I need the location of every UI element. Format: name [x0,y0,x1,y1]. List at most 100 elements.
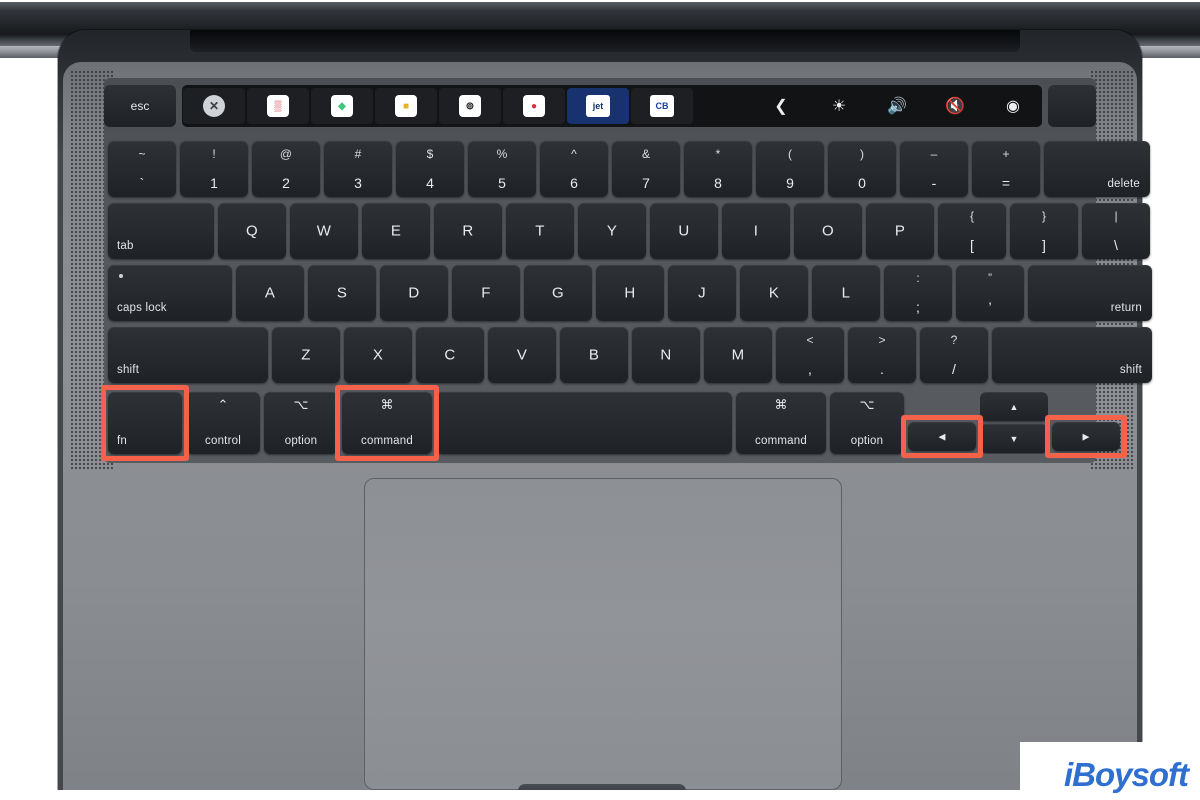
key-arrow-left[interactable]: ◀ [908,422,976,451]
touchbar-right-blank-key[interactable] [1048,85,1096,127]
key-g[interactable]: G [524,265,592,321]
yellow-note-icon: ■ [395,95,417,117]
key-bracket-right[interactable]: }] [1010,203,1078,259]
key-space[interactable] [436,392,732,454]
key-4[interactable]: $4 [396,141,464,197]
key-j[interactable]: J [668,265,736,321]
key-q[interactable]: Q [218,203,286,259]
key-arrow-right-icon: ▶ [1082,431,1090,441]
key-semicolon[interactable]: :; [884,265,952,321]
trackpad[interactable] [364,478,842,790]
key-l[interactable]: L [812,265,880,321]
touchbar-control-chevron-left-icon[interactable]: ❮ [752,88,810,124]
key-slash[interactable]: ? / [920,327,988,383]
key-5[interactable]: % 5 [468,141,536,197]
key-b[interactable]: B [560,327,628,383]
key-o[interactable]: O [794,203,862,259]
touchbar-item-cb-app-icon[interactable]: CB [631,88,693,124]
key-e[interactable]: E [362,203,430,259]
key-v[interactable]: V [488,327,556,383]
key-caps-lock[interactable]: caps lock [108,265,232,321]
key-shift-right[interactable]: shift [992,327,1152,383]
touchbar-item-yellow-note-icon[interactable]: ■ [375,88,437,124]
key-z-label: Z [301,346,311,364]
key-g-label: G [552,284,564,302]
key-bracket-left[interactable]: {[ [938,203,1006,259]
key-2[interactable]: @2 [252,141,320,197]
key-shift-left[interactable]: shift [108,327,268,383]
key-slash-upper-glyph: ? [950,333,958,347]
touchbar-item-green-drop-icon[interactable]: ◆ [311,88,373,124]
key-h-label: H [624,284,636,302]
touchbar-control-volume-up-icon[interactable]: 🔊 [868,88,926,124]
key-backslash[interactable]: | \ [1082,203,1150,259]
key-w[interactable]: W [290,203,358,259]
key-1[interactable]: ! 1 [180,141,248,197]
touchbar-item-red-app-icon[interactable]: ▒ [247,88,309,124]
key-command-right[interactable]: ⌘ command [736,392,826,454]
key-p[interactable]: P [866,203,934,259]
key-fn-label: fn [117,435,127,447]
key-arrow-up-down[interactable]: ▲ ▼ [980,392,1048,454]
key-8[interactable]: * 8 [684,141,752,197]
key-k[interactable]: K [740,265,808,321]
key-3[interactable]: #3 [324,141,392,197]
touchbar-esc-key[interactable]: esc [104,85,176,127]
key-u-label: U [678,222,690,240]
key-0[interactable]: ) 0 [828,141,896,197]
key-d[interactable]: D [380,265,448,321]
key-c[interactable]: C [416,327,484,383]
key-arrow-right[interactable]: ▶ [1052,422,1120,451]
key-r[interactable]: R [434,203,502,259]
touchbar-item-jet-app-icon[interactable]: jet [567,88,629,124]
key-fn[interactable]: fn [108,392,182,454]
key-control-left[interactable]: ⌃ control [186,392,260,454]
key-option-left[interactable]: ⌥ option [264,392,338,454]
key-comma[interactable]: <, [776,327,844,383]
key-command-left[interactable]: ⌘ command [342,392,432,454]
key-9-upper-glyph: ( [788,147,792,161]
key-arrow-up[interactable]: ▲ [980,392,1048,421]
volume-mute-icon: 🔇 [945,98,965,115]
key-minus[interactable]: – - [900,141,968,197]
key-t[interactable]: T [506,203,574,259]
key-option-right[interactable]: ⌥ option [830,392,904,454]
touchbar-control-volume-mute-icon[interactable]: 🔇 [926,88,984,124]
touchbar-item-record-app-icon[interactable]: ● [503,88,565,124]
key-period[interactable]: >. [848,327,916,383]
key-backtick[interactable]: ~ ` [108,141,176,197]
key-delete[interactable]: delete [1044,141,1150,197]
key-s[interactable]: S [308,265,376,321]
key-tab[interactable]: tab [108,203,214,259]
key-m[interactable]: M [704,327,772,383]
key-return[interactable]: return [1028,265,1152,321]
key-command-right-symbol-icon: ⌘ [774,397,788,412]
key-6[interactable]: ^ 6 [540,141,608,197]
key-h[interactable]: H [596,265,664,321]
key-w-label: W [316,222,332,240]
key-equals-lower-glyph: = [1001,175,1011,191]
key-f[interactable]: F [452,265,520,321]
touchbar-item-circle-badge-icon[interactable]: ⊚ [439,88,501,124]
key-y[interactable]: Y [578,203,646,259]
touchbar-control-brightness-icon[interactable]: ☀ [810,88,868,124]
touch-bar[interactable]: esc ✕ ▒ ◆ ■ ⊚ ● jet CB ❮ ☀ 🔊 🔇 ◉ [104,83,1096,129]
touchbar-strip[interactable]: ✕ ▒ ◆ ■ ⊚ ● jet CB ❮ ☀ 🔊 🔇 ◉ [182,85,1042,127]
key-quote[interactable]: ”’ [956,265,1024,321]
touchbar-control-siri-icon[interactable]: ◉ [984,88,1042,124]
key-arrow-down[interactable]: ▼ [980,424,1048,453]
key-equals[interactable]: + = [972,141,1040,197]
key-x[interactable]: X [344,327,412,383]
key-z[interactable]: Z [272,327,340,383]
key-8-lower-glyph: 8 [714,175,722,191]
touchbar-item-close-x-icon[interactable]: ✕ [183,88,245,124]
key-n[interactable]: N [632,327,700,383]
key-0-upper-glyph: ) [860,147,864,161]
key-i[interactable]: I [722,203,790,259]
key-a[interactable]: A [236,265,304,321]
key-i-label: I [753,222,759,240]
key-u[interactable]: U [650,203,718,259]
key-command-left-label: command [361,435,413,447]
key-9[interactable]: (9 [756,141,824,197]
key-7[interactable]: & 7 [612,141,680,197]
